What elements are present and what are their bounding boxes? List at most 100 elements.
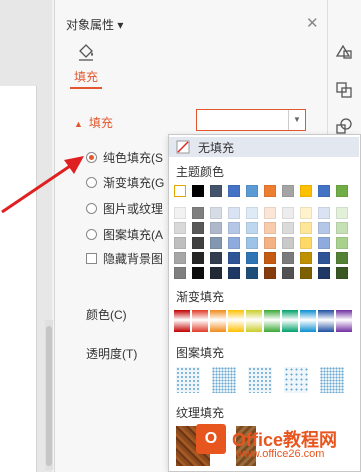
scrollbar-thumb[interactable]: [46, 326, 52, 466]
theme-shade-swatch[interactable]: [192, 267, 204, 279]
theme-shade-swatch[interactable]: [264, 237, 276, 249]
fill-type-dropdown[interactable]: ▼: [196, 109, 306, 131]
theme-shade-swatch[interactable]: [246, 237, 258, 249]
fill-section-title: 填充: [88, 116, 113, 130]
radio-pattern-fill[interactable]: 图案填充(A: [86, 225, 163, 243]
theme-color-swatch[interactable]: [336, 185, 348, 197]
shapes-icon[interactable]: [334, 116, 354, 136]
theme-shade-swatch[interactable]: [210, 237, 222, 249]
gradient-swatch[interactable]: [210, 310, 226, 332]
radio-label: 图案填充(A: [103, 227, 164, 242]
theme-shade-swatch[interactable]: [210, 252, 222, 264]
checkbox[interactable]: [86, 252, 97, 264]
theme-shade-swatch[interactable]: [264, 252, 276, 264]
gradient-swatch[interactable]: [174, 310, 190, 332]
theme-shade-swatch[interactable]: [336, 207, 348, 219]
theme-shade-swatch[interactable]: [210, 207, 222, 219]
gradient-swatch[interactable]: [318, 310, 334, 332]
theme-shade-swatch[interactable]: [192, 207, 204, 219]
theme-shade-swatch[interactable]: [282, 237, 294, 249]
theme-shade-swatch[interactable]: [174, 252, 186, 264]
theme-shade-swatch[interactable]: [174, 237, 186, 249]
theme-shade-swatch[interactable]: [228, 222, 240, 234]
theme-color-swatch[interactable]: [318, 185, 330, 197]
chevron-down-icon[interactable]: ▼: [288, 110, 305, 130]
theme-shade-swatch[interactable]: [264, 267, 276, 279]
theme-shade-swatch[interactable]: [228, 267, 240, 279]
theme-color-swatch[interactable]: [282, 185, 294, 197]
tab-fill[interactable]: 填充: [74, 68, 98, 85]
fill-section-header[interactable]: ▲ 填充: [74, 114, 113, 131]
theme-shade-swatch[interactable]: [336, 237, 348, 249]
theme-color-swatch[interactable]: [228, 185, 240, 197]
theme-color-swatch[interactable]: [246, 185, 258, 197]
radio-label: 图片或纹理: [103, 201, 164, 216]
pattern-swatch[interactable]: [248, 367, 272, 393]
theme-shade-swatch[interactable]: [246, 252, 258, 264]
theme-shade-swatch[interactable]: [282, 222, 294, 234]
theme-shade-swatch[interactable]: [300, 222, 312, 234]
theme-color-swatch[interactable]: [210, 185, 222, 197]
theme-shade-swatch[interactable]: [246, 222, 258, 234]
theme-shade-swatch[interactable]: [318, 252, 330, 264]
radio-label: 纯色填充(S: [103, 150, 164, 165]
close-icon[interactable]: ✕: [306, 14, 319, 32]
theme-shade-swatch[interactable]: [228, 252, 240, 264]
theme-shade-swatch[interactable]: [336, 252, 348, 264]
pattern-swatch[interactable]: [176, 367, 200, 393]
theme-shade-swatch[interactable]: [174, 207, 186, 219]
theme-shade-swatch[interactable]: [318, 222, 330, 234]
gradient-swatch[interactable]: [336, 310, 352, 332]
theme-shade-swatch[interactable]: [282, 252, 294, 264]
gradient-swatch[interactable]: [192, 310, 208, 332]
gradient-swatch[interactable]: [246, 310, 262, 332]
theme-shade-swatch[interactable]: [228, 207, 240, 219]
radio-label: 渐变填充(G: [103, 175, 165, 190]
theme-color-swatch[interactable]: [264, 185, 276, 197]
theme-shade-swatch[interactable]: [300, 252, 312, 264]
theme-shade-swatch[interactable]: [336, 222, 348, 234]
theme-shade-swatch[interactable]: [282, 267, 294, 279]
gradient-fill-heading: 渐变填充: [176, 290, 225, 304]
pane-title[interactable]: 对象属性 ▾: [66, 16, 123, 33]
theme-shade-swatch[interactable]: [192, 237, 204, 249]
theme-colors-heading: 主题颜色: [176, 165, 225, 179]
theme-shade-swatch[interactable]: [300, 207, 312, 219]
pattern-swatch[interactable]: [320, 367, 344, 393]
gradient-swatch[interactable]: [264, 310, 280, 332]
theme-shade-swatch[interactable]: [174, 222, 186, 234]
theme-shade-swatch[interactable]: [246, 207, 258, 219]
annotation-arrow-icon: [1, 156, 84, 214]
checkbox-label: 隐藏背景图: [103, 251, 164, 266]
theme-color-swatch[interactable]: [300, 185, 312, 197]
theme-shade-swatch[interactable]: [210, 222, 222, 234]
theme-shade-swatch[interactable]: [318, 207, 330, 219]
paint-bucket-icon[interactable]: [76, 42, 96, 62]
gradient-swatch[interactable]: [300, 310, 316, 332]
theme-shade-swatch[interactable]: [300, 267, 312, 279]
theme-shade-swatch[interactable]: [318, 237, 330, 249]
no-fill-label[interactable]: 无填充: [198, 139, 234, 156]
pattern-swatch[interactable]: [284, 367, 308, 393]
hide-background-checkbox-row[interactable]: 隐藏背景图: [86, 249, 163, 267]
theme-shade-swatch[interactable]: [228, 237, 240, 249]
radio-button[interactable]: [86, 228, 97, 240]
theme-shade-swatch[interactable]: [264, 222, 276, 234]
theme-shade-swatch[interactable]: [246, 267, 258, 279]
theme-shade-swatch[interactable]: [282, 207, 294, 219]
pattern-swatch[interactable]: [212, 367, 236, 393]
theme-shade-swatch[interactable]: [264, 207, 276, 219]
theme-shade-swatch[interactable]: [336, 267, 348, 279]
theme-shade-swatch[interactable]: [300, 237, 312, 249]
theme-shade-swatch[interactable]: [210, 267, 222, 279]
gradient-swatch[interactable]: [228, 310, 244, 332]
theme-shade-swatch[interactable]: [318, 267, 330, 279]
theme-color-swatch[interactable]: [174, 185, 186, 197]
theme-shade-swatch[interactable]: [192, 252, 204, 264]
shape-properties-icon[interactable]: [334, 42, 354, 62]
layout-icon[interactable]: [334, 80, 354, 100]
theme-shade-swatch[interactable]: [174, 267, 186, 279]
theme-color-swatch[interactable]: [192, 185, 204, 197]
gradient-swatch[interactable]: [282, 310, 298, 332]
theme-shade-swatch[interactable]: [192, 222, 204, 234]
